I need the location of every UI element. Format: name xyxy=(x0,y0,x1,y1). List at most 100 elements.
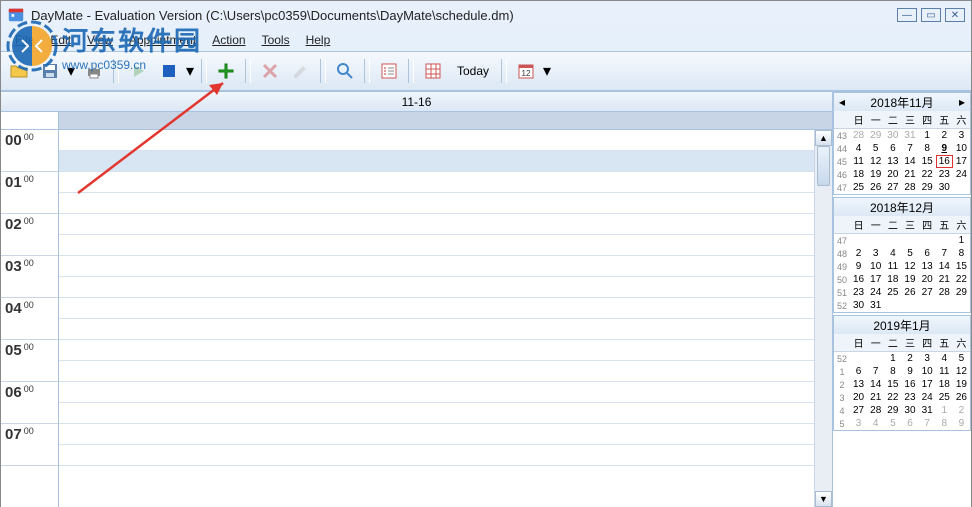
calendar-day[interactable]: 20 xyxy=(850,391,867,404)
calendar-day[interactable]: 3 xyxy=(953,129,970,143)
calendar-day[interactable]: 17 xyxy=(867,273,884,286)
calendar-day[interactable]: 2 xyxy=(901,352,918,366)
close-button[interactable]: ✕ xyxy=(945,8,965,22)
calendar-day[interactable]: 28 xyxy=(936,286,953,299)
calendar-day[interactable]: 29 xyxy=(953,286,970,299)
calendar-day[interactable]: 30 xyxy=(936,181,953,194)
stop-button[interactable] xyxy=(155,57,183,85)
all-day-row[interactable] xyxy=(59,112,832,130)
calendar-day[interactable]: 5 xyxy=(901,247,918,260)
calendar-day[interactable]: 14 xyxy=(901,155,918,168)
calendar-day[interactable]: 10 xyxy=(919,365,936,378)
save-button[interactable] xyxy=(36,57,64,85)
menu-view[interactable]: View xyxy=(79,31,121,49)
calendar-day[interactable]: 25 xyxy=(936,391,953,404)
calendar-day[interactable]: 18 xyxy=(884,273,901,286)
calendar-day[interactable]: 9 xyxy=(850,260,867,273)
menu-file[interactable]: File xyxy=(7,31,42,49)
scroll-down-button[interactable]: ▼ xyxy=(815,491,832,507)
open-button[interactable] xyxy=(5,57,33,85)
calendar-day[interactable]: 6 xyxy=(850,365,867,378)
calendar-day[interactable]: 21 xyxy=(901,168,918,181)
calendar-day[interactable]: 18 xyxy=(936,378,953,391)
calendar-day[interactable]: 19 xyxy=(953,378,970,391)
calendar-day[interactable]: 31 xyxy=(901,129,918,143)
calendar-day[interactable]: 11 xyxy=(936,365,953,378)
calendar-day[interactable] xyxy=(867,234,884,248)
time-slot[interactable] xyxy=(59,256,814,277)
menu-tools[interactable]: Tools xyxy=(254,31,298,49)
calendar-day[interactable]: 1 xyxy=(936,404,953,417)
calendar-day[interactable]: 1 xyxy=(919,129,936,143)
calendar-day[interactable]: 5 xyxy=(953,352,970,366)
minimize-button[interactable]: — xyxy=(897,8,917,22)
time-slot[interactable] xyxy=(59,151,814,172)
calendar-day[interactable]: 7 xyxy=(901,142,918,155)
calendar-day[interactable]: 7 xyxy=(867,365,884,378)
calendar-day[interactable]: 17 xyxy=(919,378,936,391)
calendar-day[interactable]: 28 xyxy=(867,404,884,417)
scroll-thumb[interactable] xyxy=(817,146,830,186)
calendar-day[interactable]: 23 xyxy=(850,286,867,299)
calendar-day[interactable]: 26 xyxy=(867,181,884,194)
calendar-day[interactable] xyxy=(953,299,970,312)
calendar-day[interactable] xyxy=(850,352,867,366)
time-slot[interactable] xyxy=(59,193,814,214)
time-slot[interactable] xyxy=(59,172,814,193)
calendar-day[interactable]: 25 xyxy=(884,286,901,299)
calendar-day[interactable]: 6 xyxy=(884,142,901,155)
time-slot[interactable] xyxy=(59,403,814,424)
calendar-day[interactable]: 26 xyxy=(953,391,970,404)
edit-button[interactable] xyxy=(287,57,315,85)
calendar-day[interactable]: 30 xyxy=(901,404,918,417)
calendar-day[interactable]: 20 xyxy=(884,168,901,181)
stop-dropdown[interactable]: ▾ xyxy=(186,61,196,81)
calendar-day[interactable]: 3 xyxy=(867,247,884,260)
calendar-day[interactable]: 8 xyxy=(884,365,901,378)
calendar-day[interactable]: 9 xyxy=(936,142,953,155)
calendar-day[interactable] xyxy=(884,234,901,248)
today-button[interactable]: Today xyxy=(450,57,496,85)
calendar-day[interactable]: 22 xyxy=(953,273,970,286)
menu-appointment[interactable]: Appointment xyxy=(121,31,204,49)
menu-edit[interactable]: Edit xyxy=(42,31,79,49)
calendar-day[interactable]: 12 xyxy=(867,155,884,168)
time-slot[interactable] xyxy=(59,382,814,403)
calendar-day[interactable] xyxy=(901,299,918,312)
calendar-day[interactable]: 18 xyxy=(850,168,867,181)
calendar-day[interactable]: 3 xyxy=(919,352,936,366)
maximize-button[interactable]: ▭ xyxy=(921,8,941,22)
calendar-day[interactable]: 4 xyxy=(936,352,953,366)
calendar-day[interactable]: 23 xyxy=(936,168,953,181)
calendar-day[interactable]: 3 xyxy=(850,417,867,430)
time-slot[interactable] xyxy=(59,445,814,466)
calendar-day[interactable]: 21 xyxy=(867,391,884,404)
calendar-day[interactable]: 7 xyxy=(919,417,936,430)
calendar-day[interactable]: 11 xyxy=(884,260,901,273)
time-slot[interactable] xyxy=(59,340,814,361)
calendar-day[interactable]: 1 xyxy=(953,234,970,248)
calendar-day[interactable]: 6 xyxy=(901,417,918,430)
time-slot[interactable] xyxy=(59,424,814,445)
calendar-day[interactable]: 15 xyxy=(884,378,901,391)
calendar-day[interactable]: 29 xyxy=(919,181,936,194)
calendar-day[interactable]: 28 xyxy=(901,181,918,194)
calendar-day[interactable] xyxy=(936,299,953,312)
calendar-day[interactable] xyxy=(901,234,918,248)
calendar-day[interactable]: 10 xyxy=(953,142,970,155)
calendar-day[interactable] xyxy=(919,234,936,248)
calendar-day[interactable]: 27 xyxy=(919,286,936,299)
calendar-day[interactable] xyxy=(919,299,936,312)
calendar-day[interactable] xyxy=(936,234,953,248)
calendar-day[interactable]: 4 xyxy=(884,247,901,260)
calendar-day[interactable]: 13 xyxy=(884,155,901,168)
calendar-date-button[interactable]: 12 xyxy=(512,57,540,85)
play-button[interactable] xyxy=(124,57,152,85)
time-slot[interactable] xyxy=(59,130,814,151)
calendar-day[interactable]: 22 xyxy=(919,168,936,181)
calendar-day[interactable]: 16 xyxy=(936,155,953,168)
calendar-day[interactable]: 9 xyxy=(953,417,970,430)
calendar-day[interactable]: 20 xyxy=(919,273,936,286)
calendar-day[interactable]: 28 xyxy=(850,129,867,143)
calendar-day[interactable]: 13 xyxy=(919,260,936,273)
